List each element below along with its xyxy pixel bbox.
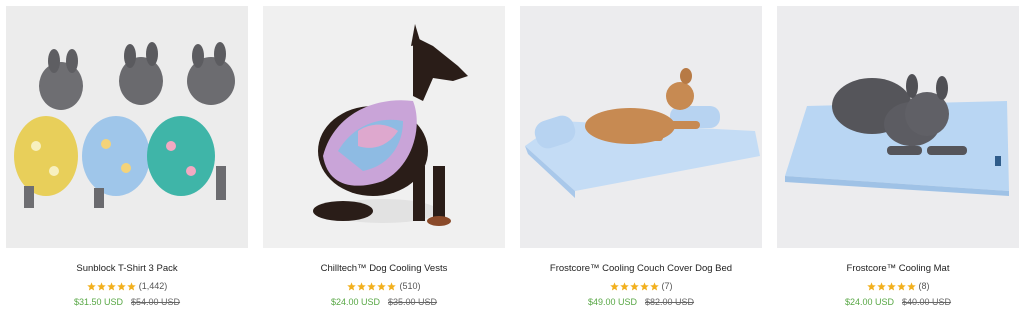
star-icon: [347, 281, 357, 291]
sale-price: $24.00 USD: [330, 297, 380, 307]
product-image[interactable]: [777, 6, 1019, 248]
star-icon: [866, 281, 876, 291]
star-icon: [87, 281, 96, 291]
product-price: $31.50 USD $54.00 USD: [6, 297, 248, 307]
product-rating: (7): [520, 281, 762, 291]
product-title[interactable]: Frostcore™ Cooling Couch Cover Dog Bed: [520, 263, 762, 274]
product-rating: (1,442): [6, 281, 248, 291]
product-rating: (8): [777, 281, 1019, 291]
product-card[interactable]: Frostcore™ Cooling Mat (8) $24.00 USD $4…: [777, 6, 1019, 307]
star-icon: [117, 281, 126, 291]
star-icon: [127, 281, 136, 291]
star-icon: [609, 281, 619, 291]
star-icon: [107, 281, 116, 291]
product-card[interactable]: Chilltech™ Dog Cooling Vests (510) $24.0…: [263, 6, 505, 307]
star-icon: [387, 281, 397, 291]
product-title[interactable]: Sunblock T-Shirt 3 Pack: [6, 263, 248, 274]
sale-price: $31.50 USD: [73, 297, 123, 307]
review-count[interactable]: (7): [662, 281, 673, 291]
product-price: $24.00 USD $40.00 USD: [777, 297, 1019, 307]
star-icon: [367, 281, 377, 291]
original-price: $82.00 USD: [645, 297, 695, 307]
product-image[interactable]: [263, 6, 505, 248]
product-grid: Sunblock T-Shirt 3 Pack (1,442) $31.50 U…: [6, 6, 1019, 307]
product-price: $49.00 USD $82.00 USD: [520, 297, 762, 307]
product-title[interactable]: Chilltech™ Dog Cooling Vests: [263, 263, 505, 274]
star-rating: [866, 281, 916, 291]
star-icon: [906, 281, 916, 291]
star-icon: [886, 281, 896, 291]
product-card[interactable]: Sunblock T-Shirt 3 Pack (1,442) $31.50 U…: [6, 6, 248, 307]
sale-price: $49.00 USD: [587, 297, 637, 307]
star-icon: [629, 281, 639, 291]
star-icon: [97, 281, 106, 291]
product-title[interactable]: Frostcore™ Cooling Mat: [777, 263, 1019, 274]
star-icon: [377, 281, 387, 291]
product-image[interactable]: [6, 6, 248, 248]
review-count[interactable]: (1,442): [139, 281, 168, 291]
star-icon: [639, 281, 649, 291]
review-count[interactable]: (8): [919, 281, 930, 291]
original-price: $35.00 USD: [388, 297, 438, 307]
star-rating: [609, 281, 659, 291]
star-icon: [619, 281, 629, 291]
sale-price: $24.00 USD: [844, 297, 894, 307]
star-icon: [876, 281, 886, 291]
star-rating: [87, 281, 136, 291]
product-image[interactable]: [520, 6, 762, 248]
original-price: $40.00 USD: [902, 297, 952, 307]
star-icon: [357, 281, 367, 291]
product-card[interactable]: Frostcore™ Cooling Couch Cover Dog Bed (…: [520, 6, 762, 307]
original-price: $54.00 USD: [131, 297, 181, 307]
star-icon: [649, 281, 659, 291]
product-price: $24.00 USD $35.00 USD: [263, 297, 505, 307]
review-count[interactable]: (510): [399, 281, 420, 291]
star-icon: [896, 281, 906, 291]
star-rating: [347, 281, 397, 291]
product-rating: (510): [263, 281, 505, 291]
